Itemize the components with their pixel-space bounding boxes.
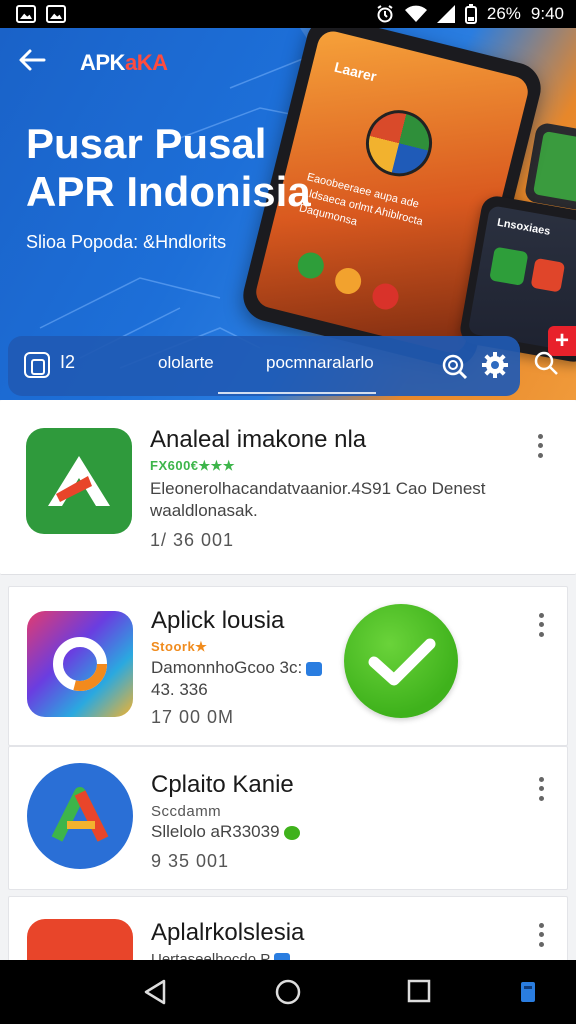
app-rating: FX600€★★★	[150, 458, 235, 473]
list-item[interactable]: Cplaito Kanie Sccdamm Sllelolo aR33039 9…	[8, 746, 568, 890]
phone-screen-emblem	[358, 103, 440, 184]
app-title: Analeal imakone nla	[150, 426, 367, 453]
gallery-notification-icon	[16, 5, 36, 23]
app-description-line2: 43. 336	[151, 680, 208, 699]
phone-app-icon	[295, 249, 327, 282]
phone-screen-label: Laarer	[332, 58, 379, 85]
gear-icon[interactable]	[480, 350, 510, 380]
app-meta: 17 00 0M	[151, 707, 235, 727]
keyboard-icon[interactable]	[518, 978, 538, 1006]
signal-icon	[436, 5, 455, 23]
app-title: Aplalrkolslesia	[151, 919, 305, 946]
checkmark-icon	[368, 638, 436, 686]
battery-percentage: 26%	[486, 4, 521, 23]
list-item[interactable]: Analeal imakone nla FX600€★★★ Eleonerolh…	[0, 400, 576, 575]
category-tab-bar: I2 ololarte pocmnaralarlo	[8, 336, 520, 396]
tablet-app-icon	[530, 257, 566, 293]
home-tab-icon[interactable]	[24, 352, 50, 378]
app-description: Eleonerolhacandatvaanior.4S91 Cao Denest	[150, 479, 486, 498]
alarm-icon	[377, 5, 393, 23]
info-badge-icon	[306, 661, 323, 676]
active-tab-indicator	[218, 392, 376, 394]
app-meta: 1/ 36 001	[150, 530, 235, 550]
brand-prefix: APK	[80, 50, 125, 75]
app-list: Analeal imakone nla FX600€★★★ Eleonerolh…	[0, 400, 576, 1024]
add-button[interactable]: +	[548, 326, 576, 356]
home-nav-icon[interactable]	[274, 978, 302, 1006]
app-icon	[27, 611, 133, 717]
list-item[interactable]: Aplick lousia Stoork★ DamonnhoGcoo 3c: 4…	[8, 586, 568, 746]
back-arrow-icon	[19, 49, 46, 71]
back-button[interactable]	[18, 46, 46, 80]
recents-nav-icon[interactable]	[406, 978, 432, 1004]
app-icon	[26, 428, 132, 534]
hero-title: Pusar Pusal APR Indonisia	[26, 120, 311, 215]
app-meta: 9 35 001	[151, 851, 230, 871]
status-bar: 26% 9:40	[0, 0, 576, 28]
tab-recommended[interactable]: pocmnaralarlo	[266, 353, 374, 373]
app-description: DamonnhoGcoo 3c:	[151, 657, 323, 679]
app-logo: APKaKA	[80, 50, 168, 76]
hero-subtitle: Slioa Popoda: &Hndlorits	[26, 232, 227, 252]
phone-app-icon	[332, 265, 364, 297]
system-navigation-bar	[0, 960, 576, 1024]
battery-icon	[464, 4, 477, 24]
app-description-line2: waaldlonasak.	[150, 501, 258, 520]
clock: 9:40	[530, 4, 564, 23]
more-options-icon[interactable]	[531, 775, 551, 803]
back-nav-icon[interactable]	[142, 978, 168, 1006]
tablet-app-icon	[489, 246, 529, 286]
more-options-icon[interactable]	[531, 611, 551, 639]
phone-app-icon	[369, 280, 402, 313]
search-icon	[534, 351, 554, 371]
app-description: Sllelolo aR33039	[151, 821, 300, 843]
wifi-icon	[404, 5, 427, 22]
brand-suffix: aKA	[124, 50, 168, 75]
scan-icon[interactable]	[440, 352, 468, 380]
tab-left-label[interactable]: I2	[60, 352, 75, 373]
app-description-text: DamonnhoGcoo 3c:	[151, 658, 303, 677]
tablet-screen-title: Lnsoxiaes	[496, 216, 552, 238]
app-title: Cplaito Kanie	[151, 771, 294, 798]
app-rating: Stoork★	[151, 639, 208, 654]
tab-popular[interactable]: ololarte	[158, 353, 214, 373]
installed-check-badge[interactable]	[344, 604, 458, 718]
app-icon	[27, 763, 133, 869]
app-rating: Sccdamm	[151, 803, 222, 820]
app-title: Aplick lousia	[151, 607, 285, 634]
verified-badge-icon	[283, 825, 300, 840]
image-notification-icon	[46, 5, 66, 23]
app-description-text: Sllelolo aR33039	[151, 822, 280, 841]
more-options-icon[interactable]	[531, 921, 551, 949]
more-options-icon[interactable]	[530, 432, 550, 460]
